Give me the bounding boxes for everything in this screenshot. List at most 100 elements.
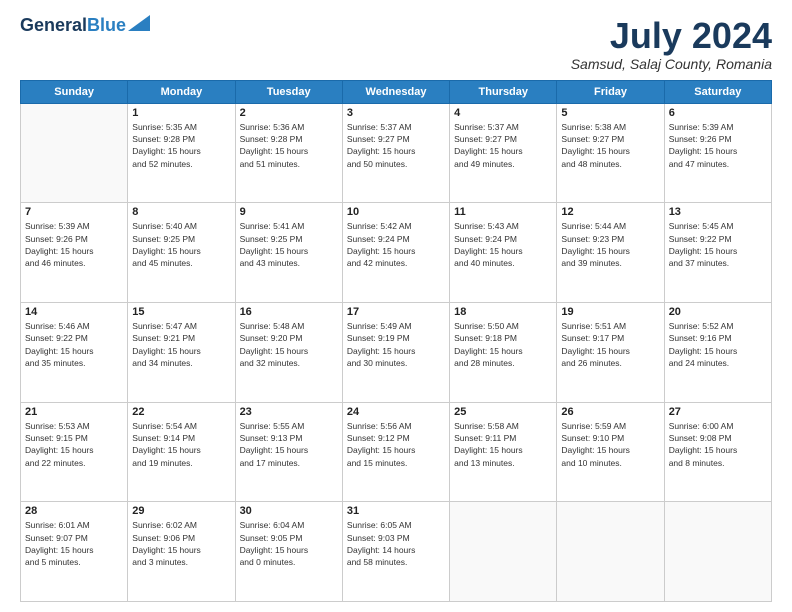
day-cell-7: 7 Sunrise: 5:39 AMSunset: 9:26 PMDaylight… xyxy=(21,203,128,303)
day-number: 27 xyxy=(669,406,767,418)
day-number: 6 xyxy=(669,107,767,119)
day-cell-17: 17 Sunrise: 5:49 AMSunset: 9:19 PMDayligh… xyxy=(342,302,449,402)
day-info: Sunrise: 5:39 AMSunset: 9:26 PMDaylight:… xyxy=(25,220,123,269)
week-row-5: 28Sunrise: 6:01 AMSunset: 9:07 PMDayligh… xyxy=(21,502,772,602)
weekday-header-sunday: Sunday xyxy=(21,80,128,103)
day-info: Sunrise: 5:50 AMSunset: 9:18 PMDaylight:… xyxy=(454,320,552,369)
day-number: 4 xyxy=(454,107,552,119)
day-info: Sunrise: 5:49 AMSunset: 9:19 PMDaylight:… xyxy=(347,320,445,369)
day-number: 20 xyxy=(669,306,767,318)
day-cell-22: 22 Sunrise: 5:54 AMSunset: 9:14 PMDayligh… xyxy=(128,402,235,502)
empty-cell xyxy=(557,502,664,602)
day-cell-25: 25 Sunrise: 5:58 AMSunset: 9:11 PMDayligh… xyxy=(450,402,557,502)
day-cell-8: 8Sunrise: 5:40 AMSunset: 9:25 PMDaylight… xyxy=(128,203,235,303)
empty-cell xyxy=(664,502,771,602)
day-info: Sunrise: 5:37 AMSunset: 9:27 PMDaylight:… xyxy=(454,121,552,170)
month-title: July 2024 xyxy=(571,16,772,56)
weekday-header-saturday: Saturday xyxy=(664,80,771,103)
day-cell-9: 9Sunrise: 5:41 AMSunset: 9:25 PMDaylight… xyxy=(235,203,342,303)
day-number: 21 xyxy=(25,406,123,418)
day-number: 28 xyxy=(25,505,123,517)
empty-cell xyxy=(450,502,557,602)
day-number: 7 xyxy=(25,206,123,218)
day-cell-27: 27Sunrise: 6:00 AMSunset: 9:08 PMDayligh… xyxy=(664,402,771,502)
day-info: Sunrise: 5:53 AMSunset: 9:15 PMDaylight:… xyxy=(25,420,123,469)
day-info: Sunrise: 5:40 AMSunset: 9:25 PMDaylight:… xyxy=(132,220,230,269)
day-info: Sunrise: 5:51 AMSunset: 9:17 PMDaylight:… xyxy=(561,320,659,369)
day-number: 11 xyxy=(454,206,552,218)
weekday-header-wednesday: Wednesday xyxy=(342,80,449,103)
week-row-2: 7 Sunrise: 5:39 AMSunset: 9:26 PMDaylight… xyxy=(21,203,772,303)
week-row-4: 21 Sunrise: 5:53 AMSunset: 9:15 PMDayligh… xyxy=(21,402,772,502)
day-cell-14: 14 Sunrise: 5:46 AMSunset: 9:22 PMDayligh… xyxy=(21,302,128,402)
day-number: 17 xyxy=(347,306,445,318)
day-info: Sunrise: 5:58 AMSunset: 9:11 PMDaylight:… xyxy=(454,420,552,469)
day-info: Sunrise: 5:56 AMSunset: 9:12 PMDaylight:… xyxy=(347,420,445,469)
page: GeneralBlue July 2024 Samsud, Salaj Coun… xyxy=(0,0,792,612)
day-cell-6: 6 Sunrise: 5:39 AMSunset: 9:26 PMDaylight… xyxy=(664,103,771,203)
weekday-header-tuesday: Tuesday xyxy=(235,80,342,103)
empty-cell xyxy=(21,103,128,203)
day-number: 3 xyxy=(347,107,445,119)
logo-icon xyxy=(128,15,150,31)
day-info: Sunrise: 5:55 AMSunset: 9:13 PMDaylight:… xyxy=(240,420,338,469)
logo: GeneralBlue xyxy=(20,16,150,36)
day-number: 2 xyxy=(240,107,338,119)
day-cell-18: 18Sunrise: 5:50 AMSunset: 9:18 PMDayligh… xyxy=(450,302,557,402)
day-number: 25 xyxy=(454,406,552,418)
day-number: 26 xyxy=(561,406,659,418)
day-cell-30: 30 Sunrise: 6:04 AMSunset: 9:05 PMDayligh… xyxy=(235,502,342,602)
header: GeneralBlue July 2024 Samsud, Salaj Coun… xyxy=(20,16,772,72)
week-row-3: 14 Sunrise: 5:46 AMSunset: 9:22 PMDayligh… xyxy=(21,302,772,402)
day-cell-19: 19 Sunrise: 5:51 AMSunset: 9:17 PMDayligh… xyxy=(557,302,664,402)
day-info: Sunrise: 5:54 AMSunset: 9:14 PMDaylight:… xyxy=(132,420,230,469)
day-cell-26: 26Sunrise: 5:59 AMSunset: 9:10 PMDayligh… xyxy=(557,402,664,502)
day-number: 16 xyxy=(240,306,338,318)
day-number: 13 xyxy=(669,206,767,218)
day-cell-15: 15Sunrise: 5:47 AMSunset: 9:21 PMDayligh… xyxy=(128,302,235,402)
day-info: Sunrise: 5:39 AMSunset: 9:26 PMDaylight:… xyxy=(669,121,767,170)
day-number: 22 xyxy=(132,406,230,418)
day-number: 30 xyxy=(240,505,338,517)
day-cell-4: 4 Sunrise: 5:37 AMSunset: 9:27 PMDaylight… xyxy=(450,103,557,203)
day-number: 29 xyxy=(132,505,230,517)
day-info: Sunrise: 5:47 AMSunset: 9:21 PMDaylight:… xyxy=(132,320,230,369)
day-number: 1 xyxy=(132,107,230,119)
day-number: 31 xyxy=(347,505,445,517)
location-subtitle: Samsud, Salaj County, Romania xyxy=(571,56,772,72)
day-cell-29: 29 Sunrise: 6:02 AMSunset: 9:06 PMDayligh… xyxy=(128,502,235,602)
weekday-header-row: SundayMondayTuesdayWednesdayThursdayFrid… xyxy=(21,80,772,103)
week-row-1: 1 Sunrise: 5:35 AMSunset: 9:28 PMDaylight… xyxy=(21,103,772,203)
day-cell-11: 11 Sunrise: 5:43 AMSunset: 9:24 PMDayligh… xyxy=(450,203,557,303)
weekday-header-thursday: Thursday xyxy=(450,80,557,103)
day-cell-5: 5Sunrise: 5:38 AMSunset: 9:27 PMDaylight… xyxy=(557,103,664,203)
day-number: 19 xyxy=(561,306,659,318)
day-info: Sunrise: 5:44 AMSunset: 9:23 PMDaylight:… xyxy=(561,220,659,269)
day-cell-13: 13 Sunrise: 5:45 AMSunset: 9:22 PMDayligh… xyxy=(664,203,771,303)
day-info: Sunrise: 5:45 AMSunset: 9:22 PMDaylight:… xyxy=(669,220,767,269)
day-info: Sunrise: 5:52 AMSunset: 9:16 PMDaylight:… xyxy=(669,320,767,369)
day-info: Sunrise: 5:46 AMSunset: 9:22 PMDaylight:… xyxy=(25,320,123,369)
logo-text-general: GeneralBlue xyxy=(20,16,126,36)
day-info: Sunrise: 5:35 AMSunset: 9:28 PMDaylight:… xyxy=(132,121,230,170)
day-info: Sunrise: 6:04 AMSunset: 9:05 PMDaylight:… xyxy=(240,519,338,568)
day-info: Sunrise: 5:37 AMSunset: 9:27 PMDaylight:… xyxy=(347,121,445,170)
day-cell-10: 10Sunrise: 5:42 AMSunset: 9:24 PMDayligh… xyxy=(342,203,449,303)
day-number: 12 xyxy=(561,206,659,218)
title-section: July 2024 Samsud, Salaj County, Romania xyxy=(571,16,772,72)
day-info: Sunrise: 5:42 AMSunset: 9:24 PMDaylight:… xyxy=(347,220,445,269)
weekday-header-monday: Monday xyxy=(128,80,235,103)
day-cell-3: 3 Sunrise: 5:37 AMSunset: 9:27 PMDaylight… xyxy=(342,103,449,203)
day-info: Sunrise: 5:36 AMSunset: 9:28 PMDaylight:… xyxy=(240,121,338,170)
day-info: Sunrise: 5:43 AMSunset: 9:24 PMDaylight:… xyxy=(454,220,552,269)
day-cell-21: 21 Sunrise: 5:53 AMSunset: 9:15 PMDayligh… xyxy=(21,402,128,502)
day-cell-1: 1 Sunrise: 5:35 AMSunset: 9:28 PMDaylight… xyxy=(128,103,235,203)
day-cell-16: 16Sunrise: 5:48 AMSunset: 9:20 PMDayligh… xyxy=(235,302,342,402)
day-cell-12: 12 Sunrise: 5:44 AMSunset: 9:23 PMDayligh… xyxy=(557,203,664,303)
day-number: 14 xyxy=(25,306,123,318)
day-cell-20: 20 Sunrise: 5:52 AMSunset: 9:16 PMDayligh… xyxy=(664,302,771,402)
day-info: Sunrise: 6:02 AMSunset: 9:06 PMDaylight:… xyxy=(132,519,230,568)
weekday-header-friday: Friday xyxy=(557,80,664,103)
day-cell-23: 23Sunrise: 5:55 AMSunset: 9:13 PMDayligh… xyxy=(235,402,342,502)
day-number: 9 xyxy=(240,206,338,218)
